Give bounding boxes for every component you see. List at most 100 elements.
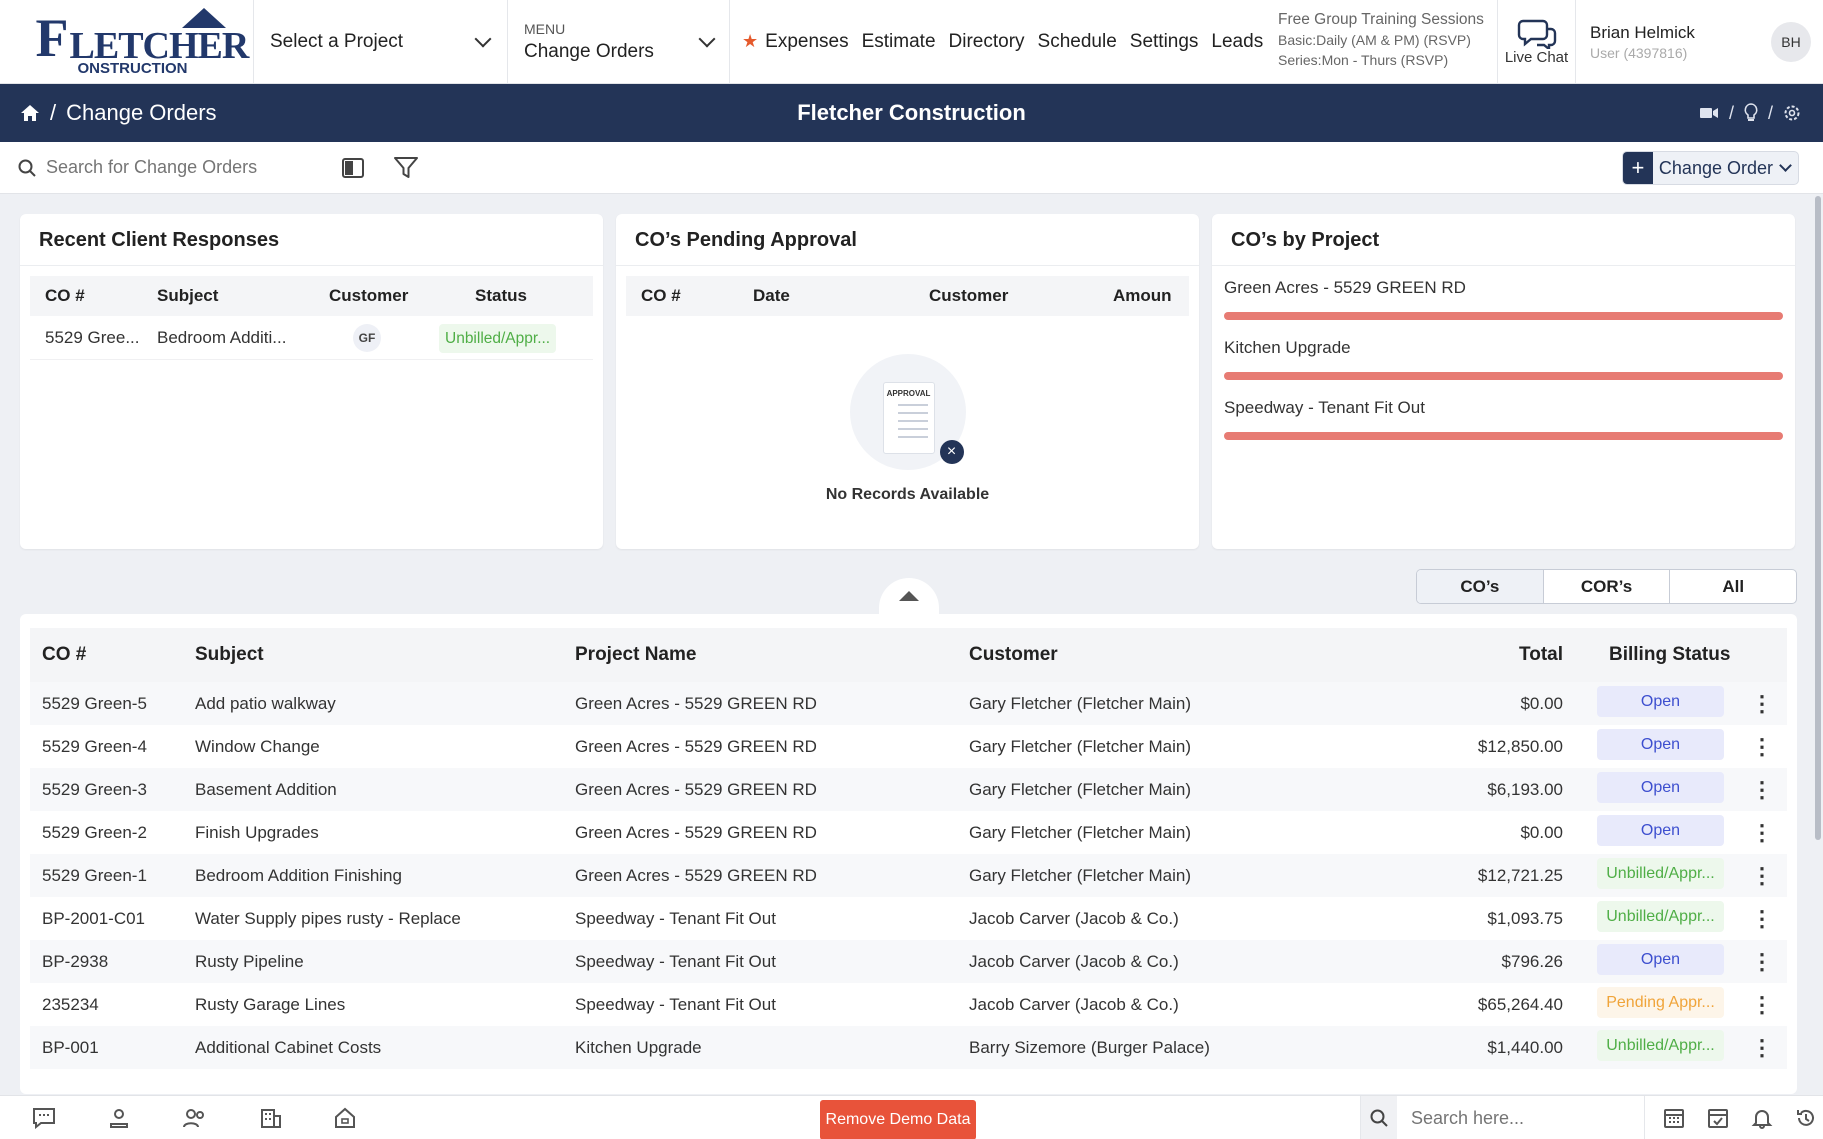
subject: Rusty Pipeline	[195, 951, 304, 971]
project-bar-item[interactable]: Speedway - Tenant Fit Out	[1212, 398, 1795, 440]
contact-icon[interactable]	[108, 1107, 130, 1129]
segment-cos[interactable]: CO’s	[1417, 570, 1544, 603]
menu-label: MENU	[524, 20, 566, 37]
nav-link-estimate[interactable]: Estimate	[862, 31, 936, 53]
customer-name: Gary Fletcher (Fletcher Main)	[969, 822, 1191, 842]
column-header[interactable]: CO #	[30, 644, 195, 666]
breadcrumb: / Change Orders	[0, 100, 700, 126]
table-row[interactable]: BP-2001-C01 Water Supply pipes rusty - Re…	[30, 897, 1787, 940]
lightbulb-icon[interactable]	[1744, 103, 1758, 123]
card-title: Recent Client Responses	[20, 214, 603, 266]
more-options-icon[interactable]: ⋮	[1737, 777, 1787, 803]
live-chat-button[interactable]: Live Chat	[1498, 0, 1576, 83]
global-search-input[interactable]	[1397, 1107, 1627, 1129]
more-options-icon[interactable]: ⋮	[1737, 863, 1787, 889]
more-options-icon[interactable]: ⋮	[1737, 820, 1787, 846]
nav-link-expenses[interactable]: Expenses	[765, 31, 848, 53]
empty-state: APPROVAL × No Records Available	[616, 354, 1199, 504]
home-icon[interactable]	[20, 104, 40, 122]
menu-select[interactable]: MENU Change Orders	[508, 0, 730, 83]
collapse-cards-button[interactable]	[879, 578, 939, 614]
bottom-bar: Remove Demo Data	[0, 1095, 1823, 1139]
subject: Bedroom Additi...	[157, 327, 287, 347]
column-header: Customer	[329, 286, 409, 305]
user-menu[interactable]: Brian Helmick User (4397816) BH	[1576, 0, 1823, 83]
house-icon[interactable]	[334, 1107, 356, 1129]
bell-icon[interactable]	[1751, 1107, 1773, 1129]
table-row[interactable]: 5529 Gree... Bedroom Additi... GF Unbill…	[30, 316, 593, 360]
more-options-icon[interactable]: ⋮	[1737, 734, 1787, 760]
live-chat-label: Live Chat	[1504, 49, 1569, 66]
co-number: 5529 Green-1	[42, 865, 147, 885]
table-row[interactable]: BP-001 Additional Cabinet Costs Kitchen Up…	[30, 1026, 1787, 1069]
bottom-shortcuts	[0, 1107, 356, 1129]
remove-demo-data-button[interactable]: Remove Demo Data	[820, 1100, 976, 1139]
nav-link-schedule[interactable]: Schedule	[1038, 31, 1117, 53]
table-row[interactable]: 5529 Green-3 Basement Addition Green Acres…	[30, 768, 1787, 811]
filter-icon[interactable]	[394, 156, 418, 179]
column-header[interactable]: Total	[1369, 644, 1569, 666]
project-bar-item[interactable]: Green Acres - 5529 GREEN RD	[1212, 278, 1795, 320]
column-header[interactable]: Customer	[969, 644, 1369, 666]
more-options-icon[interactable]: ⋮	[1737, 691, 1787, 717]
document-heading: APPROVAL	[886, 389, 931, 398]
title-bar: / Change Orders Fletcher Construction / …	[0, 84, 1823, 142]
table-row[interactable]: 5529 Green-5 Add patio walkway Green Acres…	[30, 682, 1787, 725]
more-options-icon[interactable]: ⋮	[1737, 992, 1787, 1018]
bottom-right-tools	[1644, 1096, 1817, 1139]
building-icon[interactable]	[260, 1107, 282, 1129]
billing-status-badge: Open	[1597, 771, 1724, 803]
column-header[interactable]: Subject	[195, 644, 575, 666]
add-change-order-button[interactable]: + Change Order	[1621, 151, 1799, 185]
segment-cors[interactable]: COR’s	[1544, 570, 1671, 603]
message-icon[interactable]	[32, 1107, 56, 1129]
column-header: CO #	[641, 286, 681, 305]
project-name: Green Acres - 5529 GREEN RD	[575, 779, 817, 799]
co-number: 5529 Green-2	[42, 822, 147, 842]
customer-avatar: GF	[353, 323, 381, 352]
billing-status-badge: Open	[1597, 728, 1724, 760]
project-bar	[1224, 312, 1783, 320]
history-icon[interactable]	[1795, 1107, 1817, 1129]
calendar-check-icon[interactable]	[1707, 1107, 1729, 1129]
project-bar	[1224, 372, 1783, 380]
column-header: Customer	[929, 286, 1009, 305]
team-icon[interactable]	[182, 1107, 208, 1129]
search-input[interactable]	[46, 157, 326, 178]
subject: Rusty Garage Lines	[195, 994, 346, 1014]
search-icon	[18, 159, 36, 177]
avatar[interactable]: BH	[1771, 21, 1811, 62]
column-header[interactable]: Project Name	[575, 644, 969, 666]
training-sessions[interactable]: Free Group Training Sessions Basic:Daily…	[1264, 0, 1498, 83]
company-logo[interactable]: F LETCHER ONSTRUCTION	[0, 0, 254, 83]
column-header[interactable]: Billing Status	[1569, 644, 1737, 666]
layout-toggle-icon[interactable]	[342, 157, 364, 178]
card-title: CO’s by Project	[1212, 214, 1795, 266]
total-amount: $6,193.00	[1487, 779, 1563, 799]
table-row[interactable]: 235234 Rusty Garage Lines Speedway - Tenan…	[30, 983, 1787, 1026]
more-options-icon[interactable]: ⋮	[1737, 906, 1787, 932]
subject: Window Change	[195, 736, 320, 756]
close-icon: ×	[939, 440, 964, 464]
vertical-scrollbar[interactable]	[1815, 196, 1821, 840]
table-row[interactable]: BP-2938 Rusty Pipeline Speedway - Tenant F…	[30, 940, 1787, 983]
customer-name: Barry Sizemore (Burger Palace)	[969, 1037, 1210, 1057]
table-row[interactable]: 5529 Green-4 Window Change Green Acres - 5…	[30, 725, 1787, 768]
table-row[interactable]: 5529 Green-2 Finish Upgrades Green Acres -…	[30, 811, 1787, 854]
more-options-icon[interactable]: ⋮	[1737, 949, 1787, 975]
project-bar-item[interactable]: Kitchen Upgrade	[1212, 338, 1795, 380]
table-header: CO # Subject Project Name Customer Total…	[30, 628, 1787, 682]
project-select[interactable]: Select a Project	[254, 0, 508, 83]
segment-all[interactable]: All	[1670, 570, 1796, 603]
nav-link-leads[interactable]: Leads	[1211, 31, 1263, 53]
nav-link-settings[interactable]: Settings	[1130, 31, 1199, 53]
video-icon[interactable]	[1699, 106, 1719, 120]
column-header: Subject	[157, 286, 219, 305]
more-options-icon[interactable]: ⋮	[1737, 1035, 1787, 1061]
customer-name: Gary Fletcher (Fletcher Main)	[969, 693, 1191, 713]
calendar-grid-icon[interactable]	[1663, 1107, 1685, 1129]
table-row[interactable]: 5529 Green-1 Bedroom Addition Finishing Gr…	[30, 854, 1787, 897]
customer-name: Jacob Carver (Jacob & Co.)	[969, 951, 1179, 971]
nav-link-directory[interactable]: Directory	[949, 31, 1025, 53]
gear-icon[interactable]	[1783, 104, 1801, 122]
